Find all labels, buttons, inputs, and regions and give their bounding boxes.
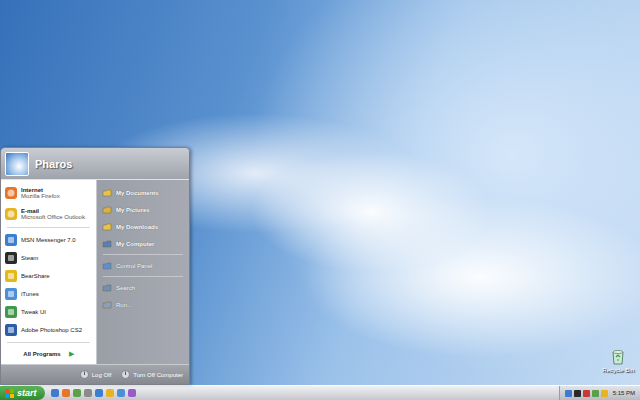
place-icon — [102, 300, 112, 310]
start-menu-footer: Log Off Turn Off Computer — [1, 364, 189, 384]
system-tray: 5:15 PM — [559, 386, 640, 400]
place-item[interactable]: My Pictures — [99, 201, 187, 218]
programs-column: InternetMozilla FirefoxE-mailMicrosoft O… — [1, 180, 96, 364]
recent-item[interactable]: MSN Messenger 7.0 — [1, 231, 96, 249]
pinned-title: Internet — [21, 187, 60, 193]
user-name: Pharos — [35, 158, 72, 170]
place-label: My Pictures — [116, 207, 150, 213]
app-shortcut-icon[interactable] — [51, 389, 59, 397]
recycle-bin-label: Recycle Bin — [602, 367, 634, 373]
program-label: iTunes — [21, 291, 39, 297]
program-label: Adobe Photoshop CS2 — [21, 327, 82, 333]
place-item[interactable]: Run... — [99, 296, 187, 313]
tray-app-icon[interactable] — [592, 390, 599, 397]
pinned-title: E-mail — [21, 208, 85, 214]
separator — [103, 276, 183, 277]
app-shortcut-icon[interactable] — [73, 389, 81, 397]
screen: Recycle Bin Pharos InternetMozilla Firefox… — [0, 0, 640, 400]
place-label: My Computer — [116, 241, 154, 247]
all-programs-label: All Programs — [23, 351, 60, 357]
all-programs-button[interactable]: All Programs ▶ — [1, 346, 96, 362]
start-label: start — [17, 388, 37, 398]
quick-launch — [45, 389, 136, 397]
start-button[interactable]: start — [0, 386, 45, 400]
tray-app-icon[interactable] — [583, 390, 590, 397]
program-icon — [4, 269, 18, 283]
place-item[interactable]: My Downloads — [99, 218, 187, 235]
power-icon — [80, 370, 89, 379]
pinned-list: InternetMozilla FirefoxE-mailMicrosoft O… — [1, 183, 96, 224]
recent-item[interactable]: BearShare — [1, 267, 96, 285]
places-column: My Documents My Pictures My Downloads My Co… — [96, 180, 189, 364]
tray-app-icon[interactable] — [565, 390, 572, 397]
tray-app-icon[interactable] — [601, 390, 608, 397]
taskbar: start 5:15 PM — [0, 385, 640, 400]
footer-label: Turn Off Computer — [133, 372, 183, 378]
pinned-item[interactable]: InternetMozilla Firefox — [1, 183, 96, 203]
app-shortcut-icon[interactable] — [84, 389, 92, 397]
place-label: Search — [116, 285, 135, 291]
program-label: Steam — [21, 255, 38, 261]
recycle-bin[interactable]: Recycle Bin — [602, 348, 634, 373]
program-label: Tweak UI — [21, 309, 46, 315]
place-label: Control Panel — [116, 263, 152, 269]
footer-label: Log Off — [92, 372, 112, 378]
place-item[interactable]: My Documents — [99, 184, 187, 201]
arrow-icon: ▶ — [69, 350, 74, 358]
separator — [7, 227, 90, 228]
recycle-bin-icon — [609, 348, 627, 366]
recent-list: MSN Messenger 7.0 Steam BearShare iTunes Twe… — [1, 231, 96, 339]
place-icon — [102, 261, 112, 271]
app-shortcut-icon[interactable] — [62, 389, 70, 397]
user-picture-icon — [5, 152, 29, 176]
recent-item[interactable]: Adobe Photoshop CS2 — [1, 321, 96, 339]
pinned-subtitle: Mozilla Firefox — [21, 193, 60, 199]
program-icon — [4, 207, 18, 221]
separator — [7, 342, 90, 343]
program-label: BearShare — [21, 273, 50, 279]
program-icon — [4, 233, 18, 247]
program-icon — [4, 186, 18, 200]
desktop: Recycle Bin Pharos InternetMozilla Firefox… — [0, 0, 640, 385]
program-icon — [4, 323, 18, 337]
app-shortcut-icon[interactable] — [117, 389, 125, 397]
place-label: Run... — [116, 302, 132, 308]
place-item[interactable]: Control Panel — [99, 257, 187, 274]
tray-app-icon[interactable] — [574, 390, 581, 397]
program-icon — [4, 251, 18, 265]
pinned-subtitle: Microsoft Office Outlook — [21, 214, 85, 220]
footer-button[interactable]: Turn Off Computer — [121, 370, 183, 379]
program-icon — [4, 287, 18, 301]
start-menu: PharosInternetMozilla FirefoxE-mailMicro… — [0, 147, 190, 385]
windows-logo-icon — [5, 389, 14, 398]
user-header: Pharos — [1, 148, 189, 180]
app-shortcut-icon[interactable] — [106, 389, 114, 397]
program-label: MSN Messenger 7.0 — [21, 237, 76, 243]
app-shortcut-icon[interactable] — [95, 389, 103, 397]
place-item[interactable]: My Computer — [99, 235, 187, 252]
recent-item[interactable]: Tweak UI — [1, 303, 96, 321]
recent-item[interactable]: Steam — [1, 249, 96, 267]
power-icon — [121, 370, 130, 379]
footer-button[interactable]: Log Off — [80, 370, 112, 379]
place-icon — [102, 188, 112, 198]
start-menu-body: InternetMozilla FirefoxE-mailMicrosoft O… — [1, 180, 189, 364]
separator — [103, 254, 183, 255]
place-icon — [102, 222, 112, 232]
clock: 5:15 PM — [613, 390, 635, 396]
place-item[interactable]: Search — [99, 279, 187, 296]
place-label: My Downloads — [116, 224, 158, 230]
place-label: My Documents — [116, 190, 159, 196]
recent-item[interactable]: iTunes — [1, 285, 96, 303]
pinned-item[interactable]: E-mailMicrosoft Office Outlook — [1, 204, 96, 224]
program-icon — [4, 305, 18, 319]
place-icon — [102, 239, 112, 249]
app-shortcut-icon[interactable] — [128, 389, 136, 397]
place-icon — [102, 283, 112, 293]
place-icon — [102, 205, 112, 215]
